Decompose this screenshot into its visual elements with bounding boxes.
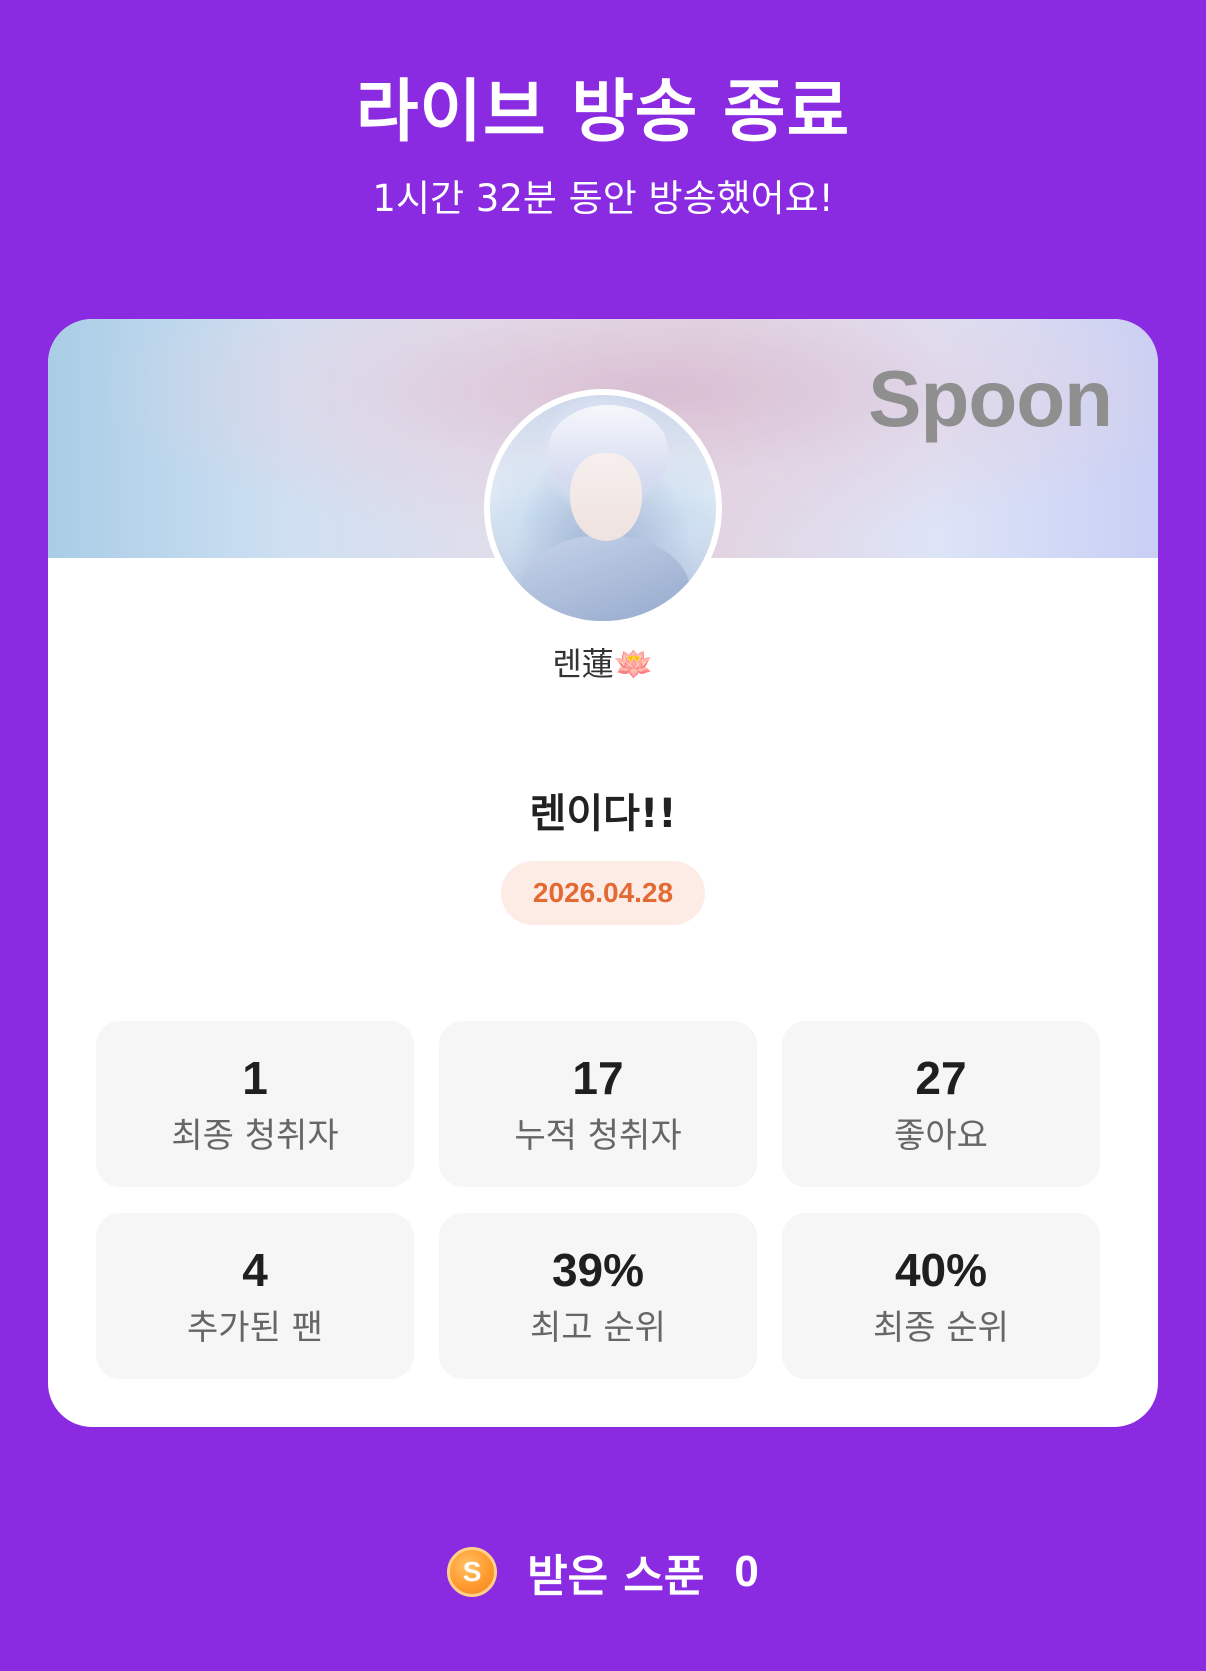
stat-value: 4 — [242, 1244, 268, 1296]
avatar-robe — [520, 535, 690, 621]
stat-new-fans: 4 추가된 팬 — [96, 1213, 414, 1379]
stat-label: 최종 순위 — [873, 1308, 1009, 1348]
page-title: 라이브 방송 종료 — [355, 73, 851, 152]
broadcast-summary-card: Spoon 렌蓮🪷 렌이다!! 2026.04.28 1 최종 청취자 17 누… — [48, 319, 1158, 1427]
stat-final-listeners: 1 최종 청취자 — [96, 1021, 414, 1187]
stat-value: 39% — [551, 1244, 645, 1296]
stat-total-listeners: 17 누적 청취자 — [439, 1021, 757, 1187]
stat-label: 추가된 팬 — [187, 1308, 323, 1348]
stat-label: 최고 순위 — [530, 1308, 666, 1348]
stat-value: 17 — [572, 1052, 624, 1104]
stat-label: 좋아요 — [894, 1116, 988, 1156]
stat-best-rank: 39% 최고 순위 — [439, 1213, 757, 1379]
stat-value: 40% — [894, 1244, 988, 1296]
stat-label: 누적 청취자 — [514, 1116, 682, 1156]
received-spoons-label: 받은 스푼 — [527, 1551, 705, 1602]
avatar-face — [570, 453, 642, 541]
date-badge: 2026.04.28 — [501, 861, 705, 925]
spoon-coin-icon: S — [447, 1547, 498, 1597]
spoon-logo: Spoon — [868, 354, 1113, 443]
received-spoons: S 받은 스푼 0 — [0, 1540, 1206, 1604]
stat-value: 1 — [242, 1052, 268, 1104]
stat-likes: 27 좋아요 — [782, 1021, 1100, 1187]
username[interactable]: 렌蓮🪷 — [48, 639, 1158, 685]
received-spoons-count: 0 — [734, 1547, 759, 1596]
broadcast-duration: 1시간 32분 동안 방송했어요! — [372, 177, 834, 220]
stat-value: 27 — [915, 1052, 967, 1104]
stat-final-rank: 40% 최종 순위 — [782, 1213, 1100, 1379]
live-title: 렌이다!! — [529, 791, 677, 837]
avatar[interactable] — [484, 389, 722, 627]
stat-label: 최종 청취자 — [171, 1116, 339, 1156]
